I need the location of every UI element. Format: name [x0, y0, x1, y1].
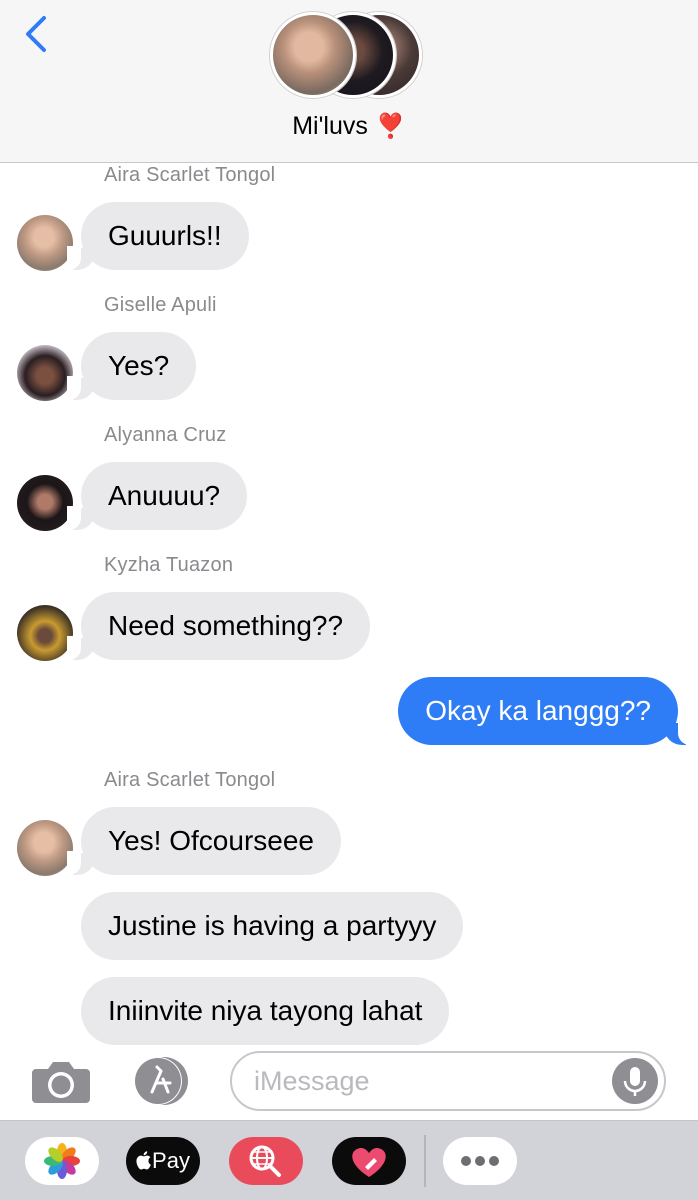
digital-touch-button[interactable] [332, 1137, 406, 1185]
apple-logo-icon [136, 1151, 151, 1170]
chevron-left-icon [26, 16, 46, 52]
drawer-divider [424, 1135, 426, 1187]
microphone-icon [623, 1067, 647, 1096]
heart-touch-icon [352, 1147, 386, 1177]
heart-exclamation-icon: ❣️ [375, 113, 406, 140]
app-drawer: Pay [0, 1120, 698, 1200]
outgoing-message-bubble[interactable]: Okay ka langgg?? [398, 677, 692, 745]
apple-pay-button[interactable]: Pay [126, 1137, 200, 1185]
sender-name: Alyanna Cruz [104, 424, 227, 446]
compose-bar: iMessage [0, 1045, 698, 1120]
avatar-aira[interactable] [17, 215, 73, 271]
apple-pay-label-wrap: Pay [126, 1137, 200, 1185]
sender-name: Kyzha Tuazon [104, 554, 234, 576]
more-dots-icon [461, 1156, 499, 1166]
apple-pay-label: Pay [152, 1148, 190, 1173]
images-search-button[interactable] [229, 1137, 303, 1185]
camera-button[interactable] [30, 1057, 92, 1105]
message-bubble[interactable]: Guuurls!! [67, 202, 249, 270]
conversation-header: Mi'luvs ❣️ [0, 0, 698, 163]
sender-name: Aira Scarlet Tongol [104, 769, 276, 791]
message-bubble[interactable]: Yes? [66, 332, 197, 400]
group-name[interactable]: Mi'luvs ❣️ [0, 112, 698, 141]
photos-app-button[interactable] [25, 1137, 99, 1185]
group-avatar-1 [270, 12, 356, 98]
avatar-giselle[interactable] [17, 345, 73, 401]
dictation-button[interactable] [612, 1058, 658, 1104]
avatar-kyzha[interactable] [17, 605, 73, 661]
app-store-icon [134, 1057, 188, 1105]
more-apps-button[interactable] [443, 1137, 517, 1185]
message-bubble[interactable]: Iniinvite niya tayong lahat [81, 977, 450, 1045]
message-bubble[interactable]: Justine is having a partyyy [81, 892, 464, 960]
avatar-aira[interactable] [17, 820, 73, 876]
group-name-label: Mi'luvs [292, 112, 368, 140]
message-bubble[interactable]: Need something?? [66, 592, 371, 660]
back-button[interactable] [20, 14, 60, 58]
avatar-alyanna[interactable] [17, 475, 73, 531]
camera-icon [32, 1062, 90, 1103]
message-bubble[interactable]: Anuuuu? [66, 462, 248, 530]
photos-icon [44, 1143, 80, 1179]
sender-name: Aira Scarlet Tongol [104, 164, 276, 186]
app-store-button[interactable] [130, 1055, 196, 1107]
globe-search-icon [249, 1145, 281, 1177]
group-avatar-stack[interactable] [270, 12, 430, 104]
message-bubble[interactable]: Yes! Ofcourseee [67, 807, 341, 875]
sender-name: Giselle Apuli [104, 294, 217, 316]
message-input-placeholder: iMessage [254, 1066, 370, 1096]
message-input[interactable]: iMessage [230, 1051, 666, 1111]
